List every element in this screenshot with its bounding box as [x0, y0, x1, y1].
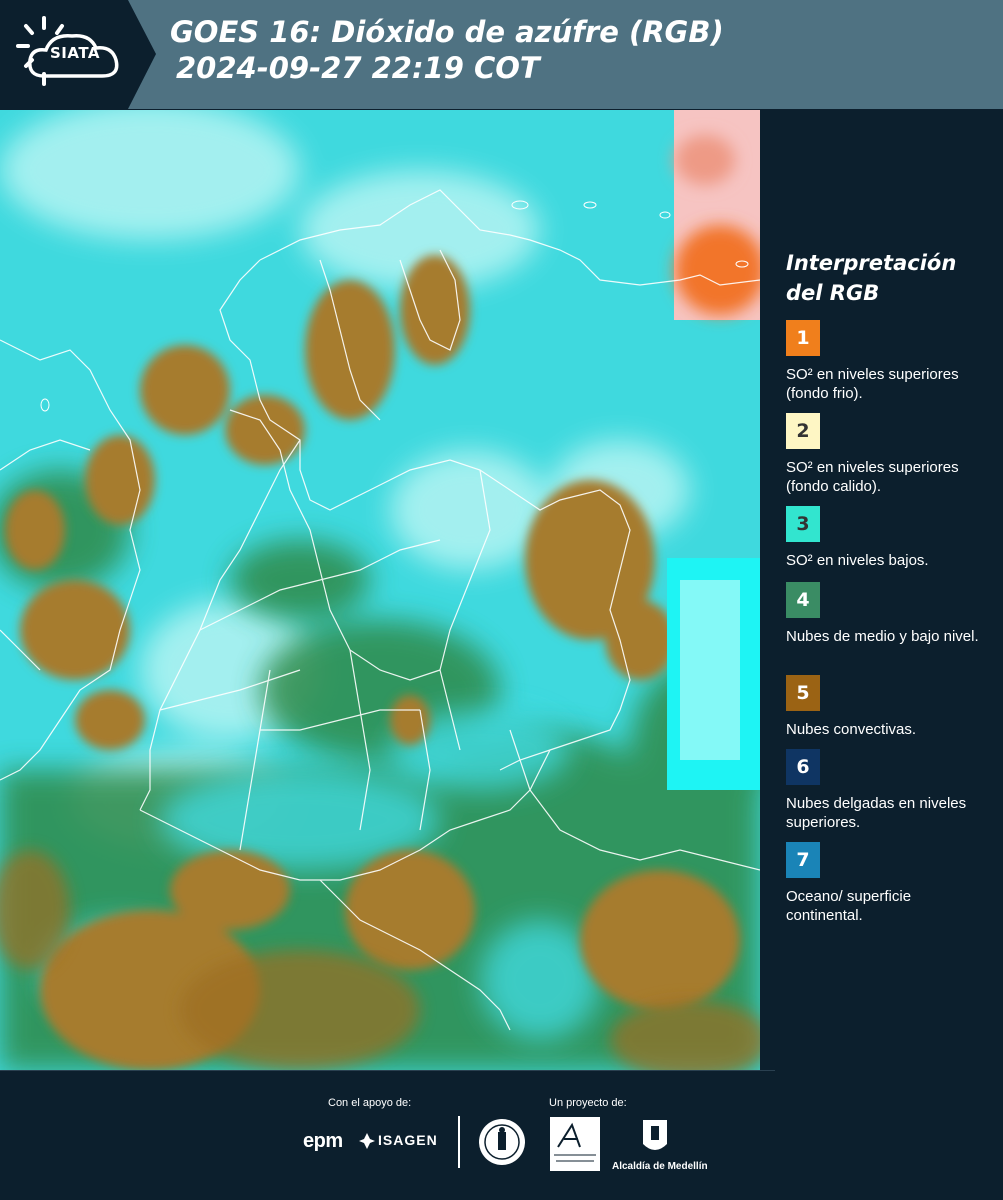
- legend-swatch: 5: [786, 675, 820, 711]
- legend-swatch: 1: [786, 320, 820, 356]
- rgb-legend: Interpretación del RGB 1 SO² en niveles …: [786, 248, 986, 935]
- legend-item: 1 SO² en niveles superiores (fondo frio)…: [786, 320, 986, 413]
- footer: Con el apoyo de: Un proyecto de: epm ISA…: [0, 1070, 1003, 1200]
- legend-title: Interpretación del RGB: [786, 248, 986, 308]
- legend-item: 2 SO² en niveles superiores (fondo calid…: [786, 413, 986, 506]
- footer-divider-line: [0, 1070, 775, 1071]
- area-metropolitana-logo: [550, 1117, 600, 1171]
- legend-item: 7 Oceano/ superficie continental.: [786, 842, 986, 935]
- support-label: Con el apoyo de:: [328, 1097, 412, 1109]
- satellite-map: [0, 110, 760, 1070]
- project-label: Un proyecto de:: [549, 1097, 627, 1109]
- legend-text: Nubes de medio y bajo nivel.: [786, 628, 979, 645]
- satellite-image: [0, 110, 760, 1070]
- legend-item: 3 SO² en niveles bajos.: [786, 506, 986, 582]
- legend-title-line2: del RGB: [786, 281, 880, 305]
- title-line1: GOES 16: Dióxido de azúfre (RGB): [170, 15, 724, 49]
- legend-swatch: 2: [786, 413, 820, 449]
- alcaldia-shield-icon: [643, 1120, 667, 1150]
- isagen-logo: ISAGEN: [378, 1132, 438, 1148]
- legend-text: Nubes delgadas en niveles superiores.: [786, 795, 967, 831]
- legend-item: 5 Nubes convectivas.: [786, 675, 986, 749]
- legend-title-line1: Interpretación: [786, 251, 957, 275]
- siata-logo-text: SIATA: [50, 44, 101, 62]
- legend-text: SO² en niveles superiores (fondo frio).: [786, 366, 959, 402]
- legend-swatch: 4: [786, 582, 820, 618]
- title-line2: 2024-09-27 22:19 COT: [176, 51, 540, 85]
- legend-item: 6 Nubes delgadas en niveles superiores.: [786, 749, 986, 842]
- isagen-logo-icon: [359, 1133, 375, 1149]
- medellin-seal-icon: [479, 1119, 525, 1165]
- legend-text: Nubes convectivas.: [786, 721, 917, 738]
- legend-swatch: 7: [786, 842, 820, 878]
- epm-logo: epm: [303, 1130, 343, 1152]
- siata-logo: SIATA: [0, 0, 156, 109]
- legend-text: SO² en niveles superiores (fondo calido)…: [786, 459, 959, 495]
- legend-swatch: 6: [786, 749, 820, 785]
- legend-text: SO² en niveles bajos.: [786, 552, 929, 569]
- footer-vertical-divider: [458, 1116, 460, 1168]
- legend-item: 4 Nubes de medio y bajo nivel.: [786, 582, 986, 675]
- alcaldia-logo-text: Alcaldía de Medellín: [612, 1161, 708, 1172]
- header: SIATA GOES 16: Dióxido de azúfre (RGB) 2…: [0, 0, 1003, 109]
- legend-swatch: 3: [786, 506, 820, 542]
- legend-text: Oceano/ superficie continental.: [786, 888, 912, 924]
- page-title: GOES 16: Dióxido de azúfre (RGB) 2024-09…: [170, 14, 724, 86]
